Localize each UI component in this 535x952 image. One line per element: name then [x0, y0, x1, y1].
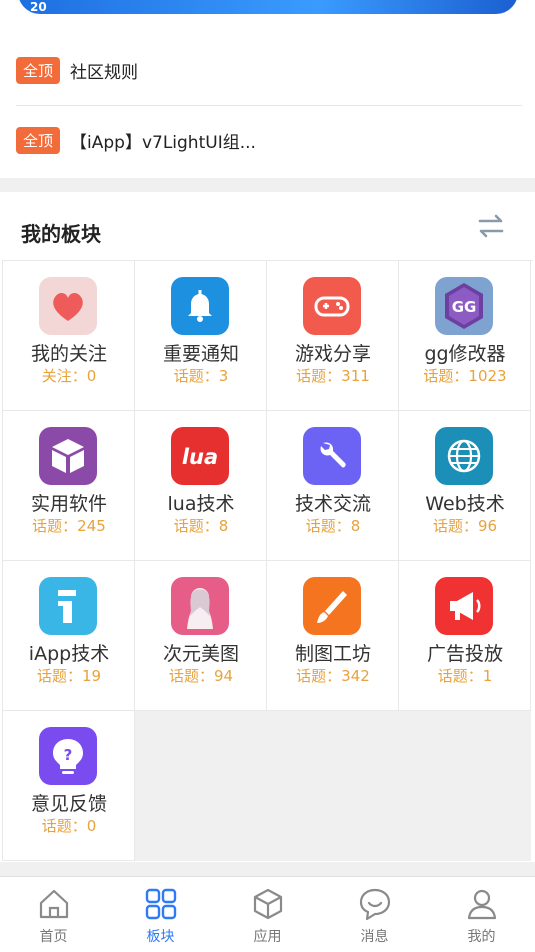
chat-icon [359, 888, 390, 921]
board-item[interactable]: iApp技术 话题：19 [3, 561, 135, 711]
pin-badge: 全顶 [16, 126, 61, 154]
board-item[interactable]: 广告投放 话题：1 [399, 561, 531, 711]
heart-icon [39, 277, 97, 335]
board-stat: 话题：19 [36, 667, 102, 685]
tab-label: 应用 [253, 929, 282, 945]
swap-icon[interactable] [476, 212, 506, 240]
board-name: 实用软件 [30, 493, 107, 515]
board-item[interactable]: 制图工坊 话题：342 [267, 561, 399, 711]
bottom-tab-bar: 首页 板块 应用 消息 我的 [0, 876, 535, 952]
board-item[interactable]: 我的关注 关注：0 [3, 261, 135, 411]
board-stat: 话题：342 [296, 667, 370, 685]
board-item[interactable]: ? 意见反馈 话题：0 [3, 711, 135, 861]
pinned-post[interactable]: 全顶 【iApp】v7LightUI组... [16, 105, 522, 175]
board-stat: 话题：8 [173, 517, 229, 535]
globe-icon [435, 427, 493, 485]
board-name: 游戏分享 [294, 343, 371, 365]
board-stat: 话题：1 [437, 667, 493, 685]
board-item[interactable]: GG gg修改器 话题：1023 [399, 261, 531, 411]
tab-messages[interactable]: 消息 [321, 877, 428, 952]
boards-grid: 我的关注 关注：0 重要通知 话题：3 游戏分享 话题：311 GG gg修改器… [2, 260, 533, 861]
feedback-icon: ? [39, 727, 97, 785]
board-stat: 话题：245 [32, 517, 106, 535]
pinned-card: 20 全顶 社区规则 全顶 【iApp】v7LightUI组... [0, 0, 535, 178]
wrench-icon [303, 427, 361, 485]
board-item[interactable]: lua lua技术 话题：8 [135, 411, 267, 561]
board-item[interactable]: 游戏分享 话题：311 [267, 261, 399, 411]
grid-filler [267, 711, 399, 861]
tab-label: 消息 [360, 929, 389, 945]
tab-label: 板块 [146, 929, 175, 945]
user-icon [467, 889, 496, 920]
tab-apps[interactable]: 应用 [214, 877, 321, 952]
board-stat: 话题：311 [296, 367, 370, 385]
megaphone-icon [435, 577, 493, 635]
board-stat: 话题：96 [432, 517, 498, 535]
board-name: 意见反馈 [30, 793, 107, 815]
board-name: gg修改器 [424, 343, 506, 365]
grid-filler [135, 711, 267, 861]
banner-image[interactable]: 20 [18, 0, 518, 14]
board-name: 制图工坊 [294, 643, 371, 665]
board-item[interactable]: 实用软件 话题：245 [3, 411, 135, 561]
pinned-title: 社区规则 [70, 62, 139, 83]
gg-icon: GG [435, 277, 493, 335]
board-name: 技术交流 [294, 493, 371, 515]
svg-text:?: ? [64, 746, 73, 764]
svg-text:GG: GG [452, 298, 477, 316]
box-icon [39, 427, 97, 485]
tab-label: 首页 [39, 929, 68, 945]
tab-profile[interactable]: 我的 [428, 877, 535, 952]
board-item[interactable]: 重要通知 话题：3 [135, 261, 267, 411]
board-stat: 话题：94 [168, 667, 234, 685]
board-stat: 话题：0 [41, 817, 97, 835]
board-item[interactable]: Web技术 话题：96 [399, 411, 531, 561]
board-item[interactable]: 技术交流 话题：8 [267, 411, 399, 561]
lua-icon-text: lua [182, 445, 218, 469]
board-stat: 话题：8 [305, 517, 361, 535]
board-stat: 关注：0 [41, 367, 97, 385]
cube-icon [253, 888, 282, 920]
board-name: 次元美图 [162, 643, 239, 665]
brush-icon [303, 577, 361, 635]
pinned-title: 【iApp】v7LightUI组... [70, 132, 256, 153]
anime-icon [171, 577, 229, 635]
tab-home[interactable]: 首页 [0, 877, 107, 952]
gamepad-icon [303, 277, 361, 335]
board-stat: 话题：1023 [423, 367, 507, 385]
board-name: 重要通知 [162, 343, 239, 365]
board-stat: 话题：3 [173, 367, 229, 385]
status-time: 20 [30, 0, 47, 14]
tab-boards[interactable]: 板块 [107, 877, 214, 952]
tab-label: 我的 [467, 929, 496, 945]
board-name: Web技术 [425, 493, 505, 515]
board-name: 广告投放 [426, 643, 503, 665]
board-name: 我的关注 [30, 343, 107, 365]
pinned-post[interactable]: 全顶 社区规则 [16, 35, 522, 106]
grid-filler [399, 711, 531, 861]
section-title: 我的板块 [21, 222, 101, 246]
pin-badge: 全顶 [16, 56, 61, 84]
boards-section: 我的板块 我的关注 关注：0 重要通知 话题：3 游戏分享 话题：311 GG … [0, 192, 535, 862]
lua-icon: lua [171, 427, 229, 485]
board-name: lua技术 [167, 493, 235, 515]
bell-icon [171, 277, 229, 335]
board-item[interactable]: 次元美图 话题：94 [135, 561, 267, 711]
iapp-icon [39, 577, 97, 635]
home-icon [39, 889, 68, 919]
board-name: iApp技术 [28, 643, 110, 665]
grid-icon [145, 888, 176, 920]
